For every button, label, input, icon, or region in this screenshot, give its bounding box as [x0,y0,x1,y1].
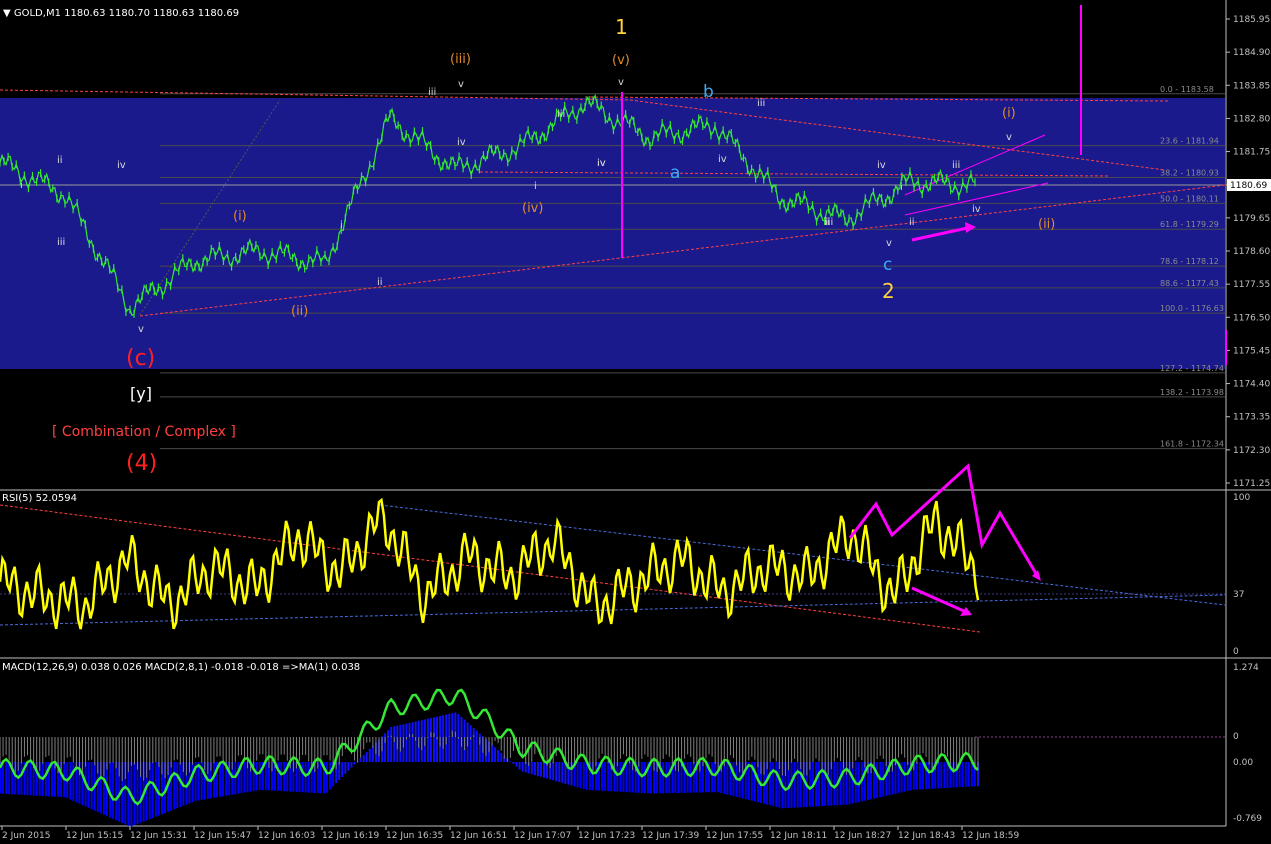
wave-minor-label: iv [877,160,886,171]
time-tick-label: 12 Jun 17:39 [642,831,699,841]
fib-label: 88.6 - 1177.43 [1160,279,1219,288]
price-tick-label: 1179.65 [1233,214,1270,224]
current-price-label: 1180.69 [1230,181,1267,191]
fib-label: 0.0 - 1183.58 [1160,85,1214,94]
wave-y-label: [y] [130,384,152,403]
price-tick-label: 1177.55 [1233,280,1270,290]
wave-c-red-label: (c) [126,346,155,371]
wave-o-iv-label: (iv) [522,201,543,216]
time-tick-label: 12 Jun 18:27 [834,831,891,841]
price-tick-label: 1178.60 [1233,247,1270,257]
wave-minor-label: iv [457,137,466,148]
wave-r-i-label: (i) [1002,106,1016,121]
price-tick-label: 1176.50 [1233,313,1270,323]
wave-minor-label: v [886,238,892,249]
time-tick-label: 12 Jun 16:19 [322,831,379,841]
macd-tick-label: 0 [1233,732,1239,742]
wave-minor-label: iv [117,160,126,171]
rsi-trend [379,504,1226,606]
wave-minor-label: v [458,79,464,90]
price-tick-label: 1175.45 [1233,346,1270,356]
fib-label: 127.2 - 1174.74 [1160,364,1224,373]
wave-1-label: 1 [615,15,628,39]
wave-minor-label: iii [557,109,565,120]
wave-minor-label: iv [972,204,981,215]
trading-chart[interactable]: 0.0 - 1183.58 23.6 - 1181.94 38.2 - 1180.9… [0,0,1271,844]
wave-minor-label: iii [952,160,960,171]
combination-label: [ Combination / Complex ] [52,424,236,440]
time-tick-label: 12 Jun 18:59 [962,831,1019,841]
time-tick-label: 12 Jun 15:31 [130,831,187,841]
time-tick-label: 2 Jun 2015 [2,831,50,841]
macd-tick-label: 0.00 [1233,758,1253,768]
fib-label: 138.2 - 1173.98 [1160,388,1224,397]
rsi-line [0,497,980,630]
fib-label: 78.6 - 1178.12 [1160,257,1219,266]
wave-minor-label: ii [909,217,915,228]
macd-header: MACD(12,26,9) 0.038 0.026 MACD(2,8,1) -0… [2,662,360,673]
time-tick-label: 12 Jun 15:15 [66,831,123,841]
price-tick-label: 1174.40 [1233,380,1270,390]
arrow-down [911,586,967,614]
wave-o-i-label: (i) [233,209,247,224]
wave-minor-label: i [340,220,343,231]
wave-minor-label: iii [825,217,833,228]
wave-minor-label: iii [428,87,436,98]
wave-minor-label: iv [718,154,727,165]
wave-minor-label: iv [597,158,606,169]
wave-c-label: c [883,255,892,275]
rsi-header: RSI(5) 52.0594 [2,493,77,504]
wave-minor-label: v [1006,132,1012,143]
wave-minor-label: iii [757,98,765,109]
wave-minor-label: i [900,182,903,193]
wave-minor-label: i [20,180,23,191]
wave-minor-label: ii [57,155,63,166]
wave-a-label: a [670,163,680,183]
wave-minor-label: iii [57,237,65,248]
wave-b-label: b [703,82,714,102]
time-tick-label: 12 Jun 17:23 [578,831,635,841]
price-tick-label: 1181.75 [1233,148,1270,158]
price-tick-label: 1184.90 [1233,48,1270,58]
time-tick-label: 12 Jun 15:47 [194,831,251,841]
price-tick-label: 1183.85 [1233,81,1270,91]
fib-label: 61.8 - 1179.29 [1160,220,1219,229]
price-tick-label: 1185.95 [1233,15,1270,25]
time-tick-label: 12 Jun 17:55 [706,831,763,841]
wave-minor-label: ii [377,277,383,288]
time-tick-label: 12 Jun 16:03 [258,831,315,841]
price-band [0,98,1225,369]
fib-label: 23.6 - 1181.94 [1160,137,1219,146]
macd-tick-label: 1.274 [1233,663,1259,673]
time-tick-label: 12 Jun 16:51 [450,831,507,841]
price-tick-label: 1171.25 [1233,479,1270,489]
wave-minor-label: v [138,324,144,335]
wave-o-v-label: (v) [612,53,630,68]
fib-label: 161.8 - 1172.34 [1160,440,1224,449]
time-tick-label: 12 Jun 17:07 [514,831,571,841]
time-tick-label: 12 Jun 18:43 [898,831,955,841]
wave-minor-label: v [618,77,624,88]
rsi-tick-label: 100 [1233,493,1250,503]
price-tick-label: 1172.30 [1233,446,1270,456]
fib-label: 100.0 - 1176.63 [1160,304,1224,313]
wave-4-label: (4) [126,451,157,476]
rsi-tick-label: 0 [1233,647,1239,657]
time-tick-label: 12 Jun 18:11 [770,831,827,841]
wave-2-label: 2 [882,279,895,303]
fib-label: 38.2 - 1180.93 [1160,168,1219,177]
rsi-tick-label: 37 [1233,590,1244,600]
price-tick-label: 1173.35 [1233,413,1270,423]
wave-o-ii-label: (ii) [291,304,308,319]
wave-minor-label: i [534,181,537,192]
price-tick-label: 1182.80 [1233,114,1270,124]
wave-o-iii-label: (iii) [450,52,471,67]
time-tick-label: 12 Jun 16:35 [386,831,443,841]
macd-tick-label: -0.769 [1233,814,1262,824]
wave-r-ii-label: (ii) [1038,217,1055,232]
fib-label: 50.0 - 1180.11 [1160,194,1219,203]
symbol-header: ▼ GOLD,M1 1180.63 1180.70 1180.63 1180.6… [3,8,239,19]
